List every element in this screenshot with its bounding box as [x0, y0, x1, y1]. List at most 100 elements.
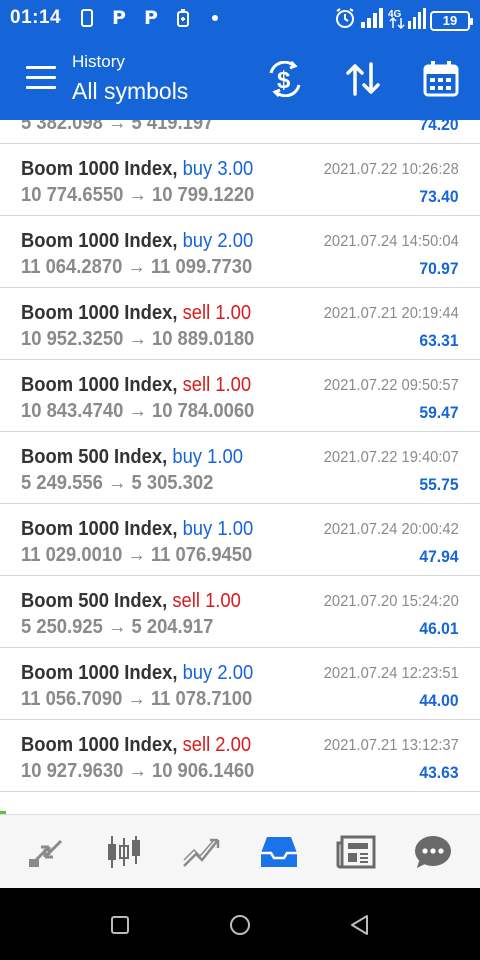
trade-time: 2021.07.24 12:23:51 [323, 665, 459, 682]
trade-volume: 1.00 [205, 590, 241, 612]
trade-side: sell [182, 734, 211, 756]
status-bar: 01:14 P P 4G 19 [0, 0, 480, 36]
list-item[interactable]: Boom 500 Index, sell 1.00 5 250.925 → 5 … [0, 576, 480, 648]
trade-close-price: 5 204.917 [131, 616, 214, 638]
symbol-filter-label[interactable]: All symbols [72, 78, 188, 105]
signal-icon [360, 8, 384, 33]
trade-time: 2021.07.22 10:26:28 [323, 161, 459, 178]
trade-volume: 1.00 [207, 446, 243, 468]
arrow-icon: → [127, 544, 146, 566]
trade-volume: 2.00 [215, 734, 252, 756]
trade-volume: 2.00 [217, 230, 254, 252]
alarm-icon [334, 7, 356, 34]
list-item[interactable]: Boom 1000 Index, sell 1.00 10 843.4740 →… [0, 360, 480, 432]
trade-symbol: Boom 1000 Index, [21, 374, 178, 396]
arrow-icon: → [107, 616, 127, 638]
trade-icon[interactable] [171, 822, 231, 882]
trade-close-price: 11 076.9450 [150, 544, 253, 566]
system-icons: 4G 19 [334, 7, 473, 34]
trade-profit: 43.63 [419, 763, 459, 782]
trade-open-price: 5 249.556 [21, 472, 103, 494]
trade-side: sell [172, 590, 200, 612]
trade-side: buy [182, 662, 213, 684]
trade-profit: 70.97 [419, 259, 459, 278]
trade-prices: 10 952.3250 → 10 889.0180 [21, 328, 254, 351]
p-icon: P [144, 7, 158, 29]
trade-title: Boom 500 Index, sell 1.00 [21, 590, 241, 613]
trade-volume: 2.00 [217, 662, 254, 684]
arrow-icon: → [127, 256, 146, 278]
trade-time: 2021.07.22 19:40:07 [323, 449, 459, 466]
history-icon[interactable] [249, 822, 309, 882]
trade-volume: 1.00 [217, 518, 254, 540]
arrow-icon: → [107, 472, 127, 494]
trade-prices: 5 382.098 → 5 419.197 [21, 120, 213, 135]
trade-profit: 59.47 [419, 403, 459, 422]
list-item[interactable]: Boom 500 Index, buy 2.00 5 382.098 → 5 4… [0, 120, 480, 144]
trade-open-price: 11 056.7090 [21, 688, 123, 710]
trade-open-price: 10 843.4740 [21, 400, 124, 422]
menu-icon[interactable] [26, 66, 56, 90]
trade-time: 2021.07.20 15:24:20 [323, 593, 459, 610]
trade-profit: 73.40 [419, 187, 459, 206]
back-button[interactable] [345, 910, 375, 940]
trade-close-price: 5 419.197 [131, 120, 214, 134]
trade-symbol: Boom 500 Index, [21, 446, 168, 468]
calendar-icon[interactable] [420, 58, 462, 100]
list-item[interactable]: Boom 1000 Index, buy 2.00 11 064.2870 → … [0, 216, 480, 288]
arrow-icon: → [107, 120, 127, 134]
dot-icon [206, 8, 224, 28]
battery-indicator: 19 [430, 10, 473, 31]
trade-close-price: 11 078.7100 [150, 688, 253, 710]
trade-time: 2021.07.22 09:50:57 [323, 377, 459, 394]
sort-icon[interactable] [342, 58, 384, 100]
trade-side: buy [182, 230, 213, 252]
notification-icons: P P [78, 7, 224, 29]
trade-symbol: Boom 1000 Index, [21, 158, 178, 180]
trade-profit: 44.00 [419, 691, 459, 710]
chat-icon[interactable] [403, 822, 463, 882]
history-list[interactable]: Boom 500 Index, buy 2.00 5 382.098 → 5 4… [0, 120, 480, 814]
list-item[interactable]: Boom 1000 Index, sell 1.00 10 952.3250 →… [0, 288, 480, 360]
battery-saver-icon [174, 8, 192, 28]
list-item[interactable]: Boom 1000 Index, sell 2.00 10 927.9630 →… [0, 720, 480, 792]
trade-close-price: 10 889.0180 [151, 328, 255, 350]
trade-profit: 46.01 [419, 619, 459, 638]
trade-time: 2021.07.24 20:00:42 [323, 521, 459, 538]
trade-open-price: 5 250.925 [21, 616, 103, 638]
trade-time: 2021.07.24 14:50:04 [323, 233, 459, 250]
trade-volume: 1.00 [215, 302, 252, 324]
trade-title: Boom 1000 Index, buy 3.00 [21, 158, 253, 181]
trade-profit: 47.94 [419, 547, 459, 566]
trade-symbol: Boom 1000 Index, [21, 230, 178, 252]
arrow-icon: → [128, 400, 147, 422]
svg-text:4G: 4G [388, 9, 402, 20]
p-icon: P [112, 7, 126, 29]
trade-title: Boom 1000 Index, sell 1.00 [21, 374, 251, 397]
currency-exchange-icon[interactable]: $ [264, 58, 306, 100]
quotes-icon[interactable] [17, 822, 77, 882]
trade-close-price: 10 784.0060 [151, 400, 255, 422]
trade-open-price: 11 029.0010 [21, 544, 123, 566]
list-item[interactable]: Boom 1000 Index, buy 2.00 11 056.7090 → … [0, 648, 480, 720]
trade-side: buy [172, 446, 203, 468]
header-actions: $ [264, 58, 462, 100]
trade-prices: 5 250.925 → 5 204.917 [21, 616, 213, 639]
chart-icon[interactable] [94, 822, 154, 882]
list-item[interactable]: Boom 1000 Index, buy 3.00 10 774.6550 → … [0, 144, 480, 216]
news-icon[interactable] [326, 822, 386, 882]
trade-volume: 3.00 [217, 158, 254, 180]
list-item[interactable]: Boom 500 Index, buy 1.00 5 249.556 → 5 3… [0, 432, 480, 504]
trade-side: sell [182, 302, 211, 324]
home-button[interactable] [225, 910, 255, 940]
trade-symbol: Boom 1000 Index, [21, 518, 178, 540]
trade-open-price: 10 927.9630 [21, 760, 124, 782]
trade-prices: 11 064.2870 → 11 099.7730 [21, 256, 252, 279]
trade-open-price: 5 382.098 [21, 120, 103, 134]
recent-apps-button[interactable] [105, 910, 135, 940]
list-item[interactable]: Boom 1000 Index, buy 1.00 11 029.0010 → … [0, 504, 480, 576]
trade-open-price: 10 774.6550 [21, 184, 124, 206]
trade-profit: 63.31 [419, 331, 459, 350]
trade-time: 2021.07.21 13:12:37 [323, 737, 459, 754]
trade-title: Boom 1000 Index, buy 2.00 [21, 230, 253, 253]
